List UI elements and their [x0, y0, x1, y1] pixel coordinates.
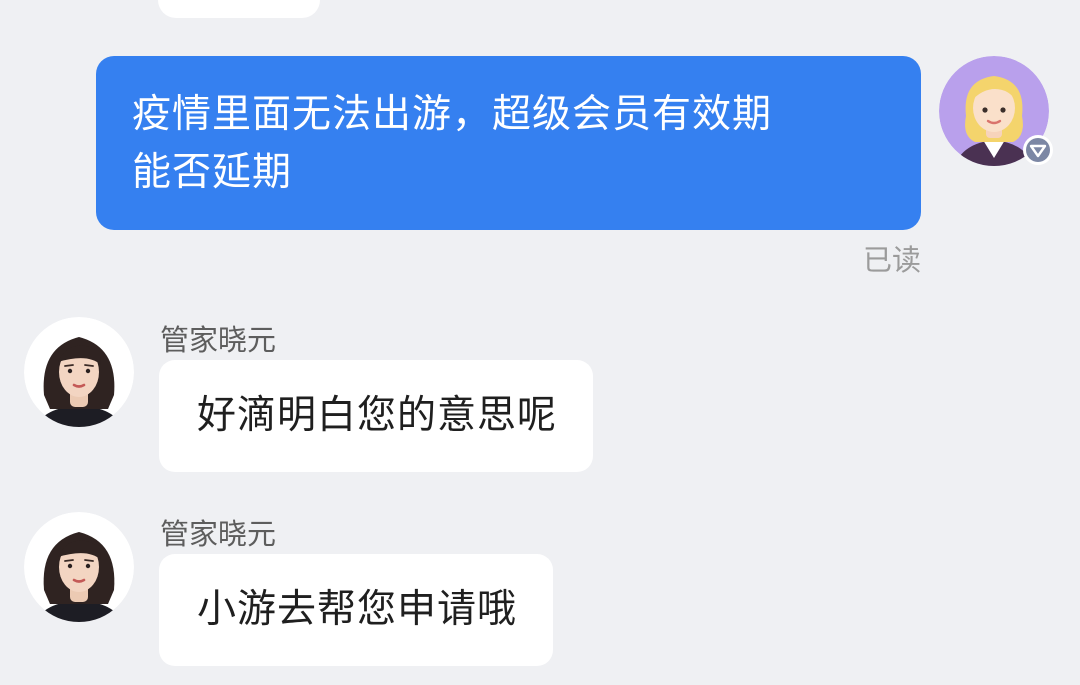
user-message-line-1: 疫情里面无法出游，超级会员有效期 [132, 92, 773, 137]
previous-message-bubble[interactable] [158, 0, 320, 18]
read-status: 已读 [862, 243, 921, 277]
agent-name: 管家晓元 [160, 323, 277, 357]
user-message-line-2: 能否延期 [132, 150, 293, 195]
user-message-bubble[interactable]: 疫情里面无法出游，超级会员有效期 能否延期 [96, 56, 921, 230]
agent-message-bubble[interactable]: 好滴明白您的意思呢 [159, 360, 594, 472]
agent-message-bubble[interactable]: 小游去帮您申请哦 [159, 554, 554, 666]
agent-avatar[interactable] [24, 512, 134, 622]
agent-name: 管家晓元 [160, 517, 277, 551]
member-badge-icon [1022, 134, 1054, 166]
agent-avatar[interactable] [24, 317, 134, 427]
